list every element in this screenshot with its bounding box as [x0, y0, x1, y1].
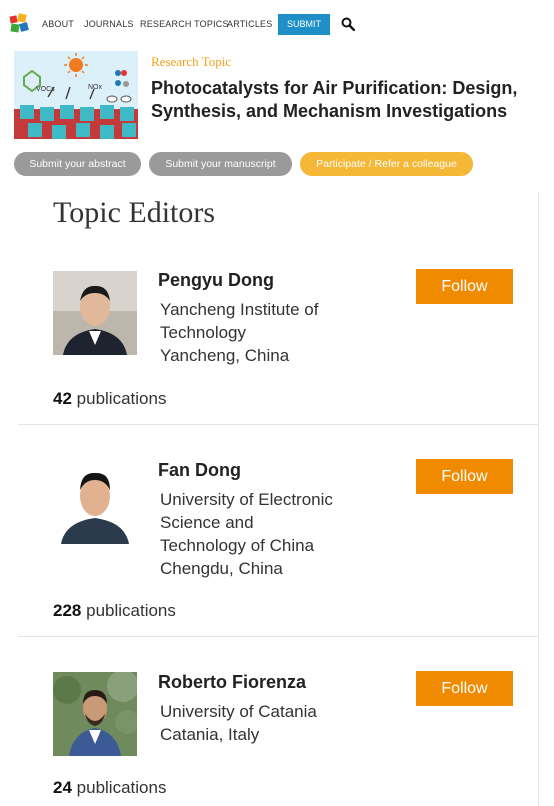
editor-location: Chengdu, China [160, 559, 283, 578]
nav-journals[interactable]: JOURNALS [84, 19, 134, 29]
frontiers-logo[interactable] [8, 13, 30, 35]
publication-count: 228 [53, 601, 82, 620]
nav-about[interactable]: ABOUT [42, 19, 74, 29]
photocatalyst-illustration: VOCs NOx [14, 51, 138, 139]
search-icon[interactable] [341, 17, 355, 31]
nav-research-topics[interactable]: RESEARCH TOPICS [140, 19, 229, 29]
topic-title: Photocatalysts for Air Purification: Des… [151, 78, 518, 121]
publications-label: publications [76, 778, 167, 797]
submit-button[interactable]: SUBMIT [278, 14, 330, 35]
divider [18, 424, 538, 425]
catalyst-blocks [14, 105, 138, 139]
editor-location: Catania, Italy [160, 725, 260, 744]
editor-affiliation: Technology of China [160, 536, 315, 555]
editor-photo[interactable] [53, 672, 137, 756]
publications-label: publications [76, 389, 167, 408]
participate-refer-button[interactable]: Participate / Refer a colleague [300, 152, 473, 176]
editor-publications[interactable]: 24 publications [53, 778, 166, 798]
submit-manuscript-button[interactable]: Submit your manuscript [149, 152, 292, 176]
research-topic-eyebrow: Research Topic [151, 54, 232, 69]
publication-count: 24 [53, 778, 72, 797]
section-title: Topic Editors [53, 196, 216, 229]
publication-count: 42 [53, 389, 72, 408]
top-navigation: ABOUT JOURNALS RESEARCH TOPICS ARTICLES … [0, 0, 554, 44]
editor-affiliation: Science and [160, 513, 254, 532]
thumb-label-nox: NOx [88, 84, 103, 91]
topic-header: VOCs NOx Research Topic Photocatalysts f… [0, 44, 554, 190]
follow-button[interactable]: Follow [416, 671, 513, 706]
publications-label: publications [86, 601, 176, 620]
editor-publications[interactable]: 228 publications [53, 601, 176, 621]
nav-articles[interactable]: ARTICLES [227, 19, 272, 29]
editor-photo[interactable] [53, 271, 137, 355]
follow-button[interactable]: Follow [416, 459, 513, 494]
topic-editors-section: Topic Editors Pengyu Dong Yancheng Insti… [0, 192, 554, 806]
submit-abstract-button[interactable]: Submit your abstract [14, 152, 141, 176]
content-border [538, 192, 539, 806]
editor-name[interactable]: Roberto Fiorenza [158, 672, 306, 693]
divider [18, 636, 538, 637]
topic-thumbnail[interactable]: VOCs NOx [14, 51, 138, 139]
editor-publications[interactable]: 42 publications [53, 389, 166, 409]
editor-affiliation: University of Electronic [160, 490, 333, 509]
editor-location: Yancheng, China [160, 346, 290, 365]
follow-button[interactable]: Follow [416, 269, 513, 304]
editor-photo[interactable] [53, 460, 137, 544]
editor-affiliation: University of Catania [160, 702, 317, 721]
editor-affiliation: Technology [160, 323, 247, 342]
editor-affiliation: Yancheng Institute of [160, 300, 319, 319]
editor-name[interactable]: Pengyu Dong [158, 270, 274, 291]
editor-name[interactable]: Fan Dong [158, 460, 241, 481]
